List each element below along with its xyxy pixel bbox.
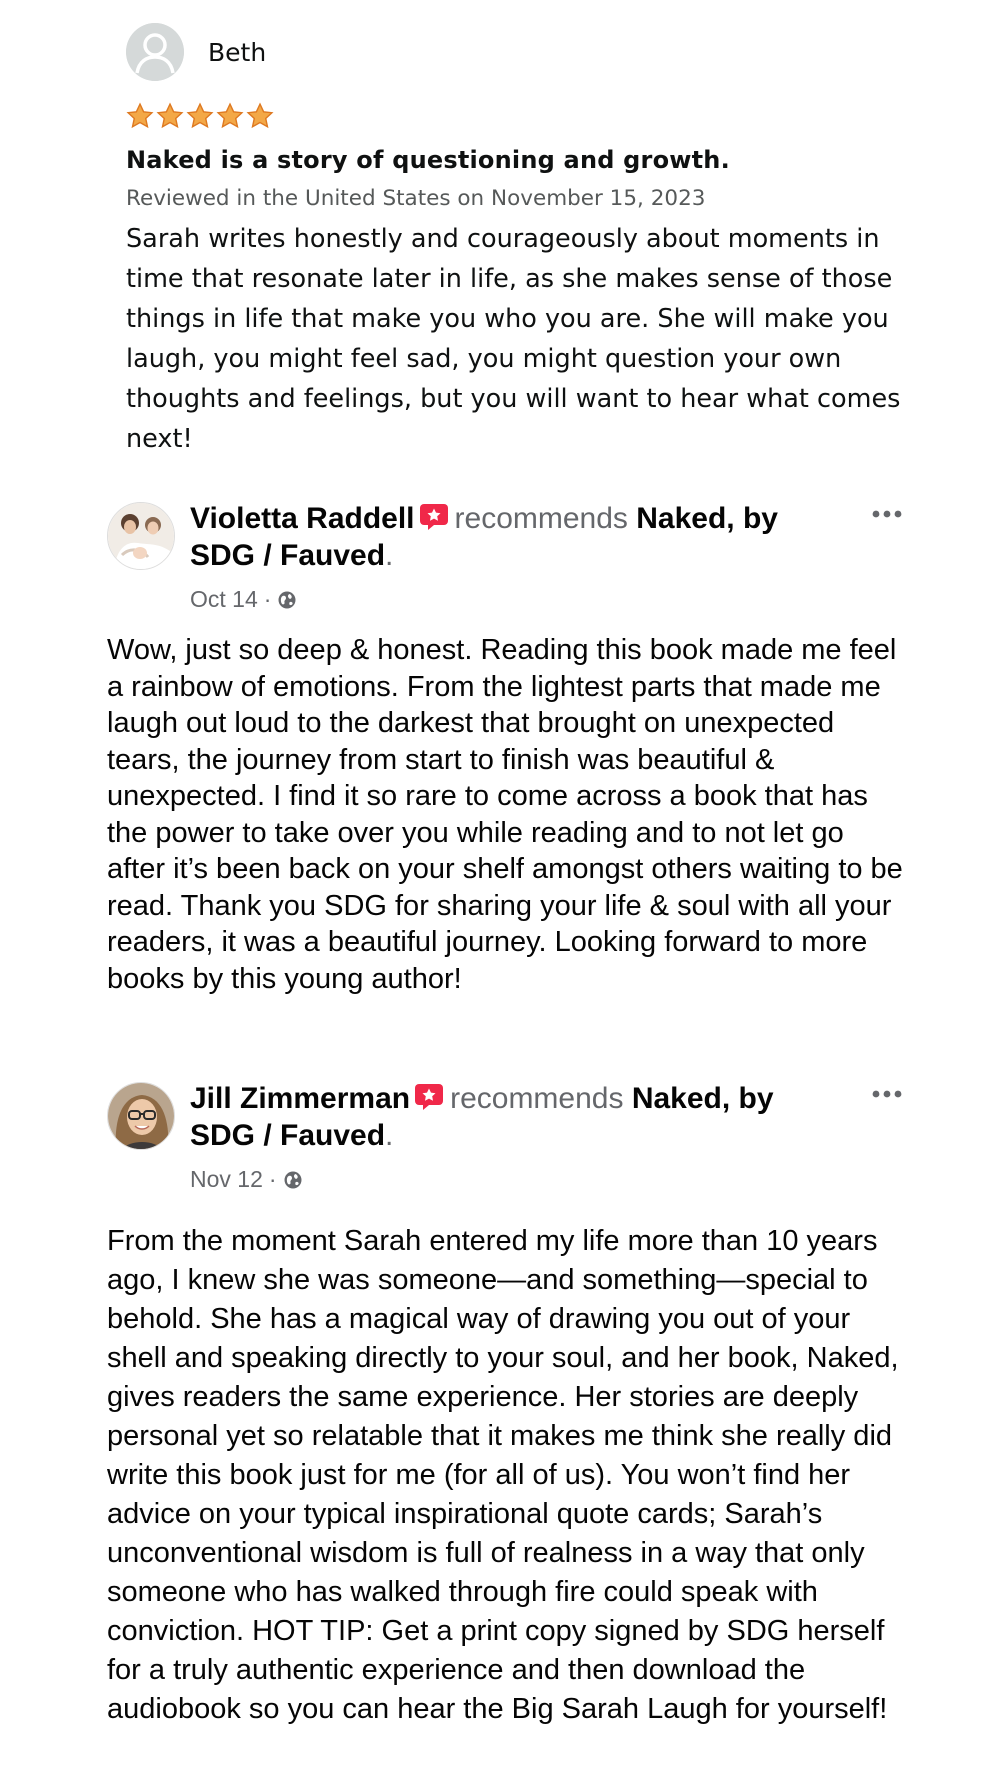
facebook-post: Violetta Raddell recommends Naked, by SDG… [107, 500, 907, 997]
globe-icon [284, 1171, 302, 1188]
amazon-review: Beth Naked is a story of questioning and… [126, 22, 906, 459]
author-name[interactable]: Violetta Raddell [190, 502, 415, 535]
review-title[interactable]: Naked is a story of questioning and grow… [126, 146, 906, 174]
post-body: Wow, just so deep & honest. Reading this… [107, 634, 903, 995]
recommends-text: recommends [450, 1082, 624, 1115]
star-icon [186, 102, 214, 129]
reviewer-name[interactable]: Beth [208, 38, 266, 67]
review-meta: Reviewed in the United States on Novembe… [126, 186, 706, 211]
star-icon [126, 102, 154, 129]
post-headline: Violetta Raddell recommends Naked, by SDG… [190, 500, 820, 574]
recommends-text: recommends [454, 502, 628, 535]
author-avatar[interactable] [107, 502, 175, 570]
post-header: Violetta Raddell recommends Naked, by SDG… [107, 500, 907, 632]
review-body: Sarah writes honestly and courageously a… [126, 224, 901, 454]
post-date[interactable]: Oct 14 [190, 586, 258, 613]
post-headline: Jill Zimmerman recommends Naked, by SDG /… [190, 1080, 820, 1154]
author-avatar[interactable] [107, 1082, 175, 1150]
star-icon [216, 102, 244, 129]
post-meta: Nov 12 · [190, 1166, 303, 1193]
post-body: From the moment Sarah entered my life mo… [107, 1225, 899, 1725]
headline-period: . [385, 1119, 394, 1152]
meta-separator: · [268, 1166, 277, 1192]
reviewer-header: Beth [126, 22, 906, 82]
star-icon [156, 102, 184, 129]
post-date[interactable]: Nov 12 [190, 1166, 263, 1193]
post-meta: Oct 14 · [190, 586, 297, 613]
post-header: Jill Zimmerman recommends Naked, by SDG /… [107, 1080, 907, 1212]
more-options-icon[interactable] [867, 1082, 907, 1106]
globe-icon [278, 591, 296, 608]
headline-period: . [385, 539, 394, 572]
author-name[interactable]: Jill Zimmerman [190, 1082, 410, 1115]
meta-separator: · [263, 586, 272, 612]
star-icon [246, 102, 274, 129]
more-options-icon[interactable] [867, 502, 907, 526]
recommendation-flag-icon [415, 1084, 444, 1110]
facebook-post: Jill Zimmerman recommends Naked, by SDG /… [107, 1080, 907, 1729]
star-rating[interactable] [126, 102, 906, 132]
default-user-avatar-icon[interactable] [126, 23, 184, 81]
recommendation-flag-icon [419, 504, 448, 530]
